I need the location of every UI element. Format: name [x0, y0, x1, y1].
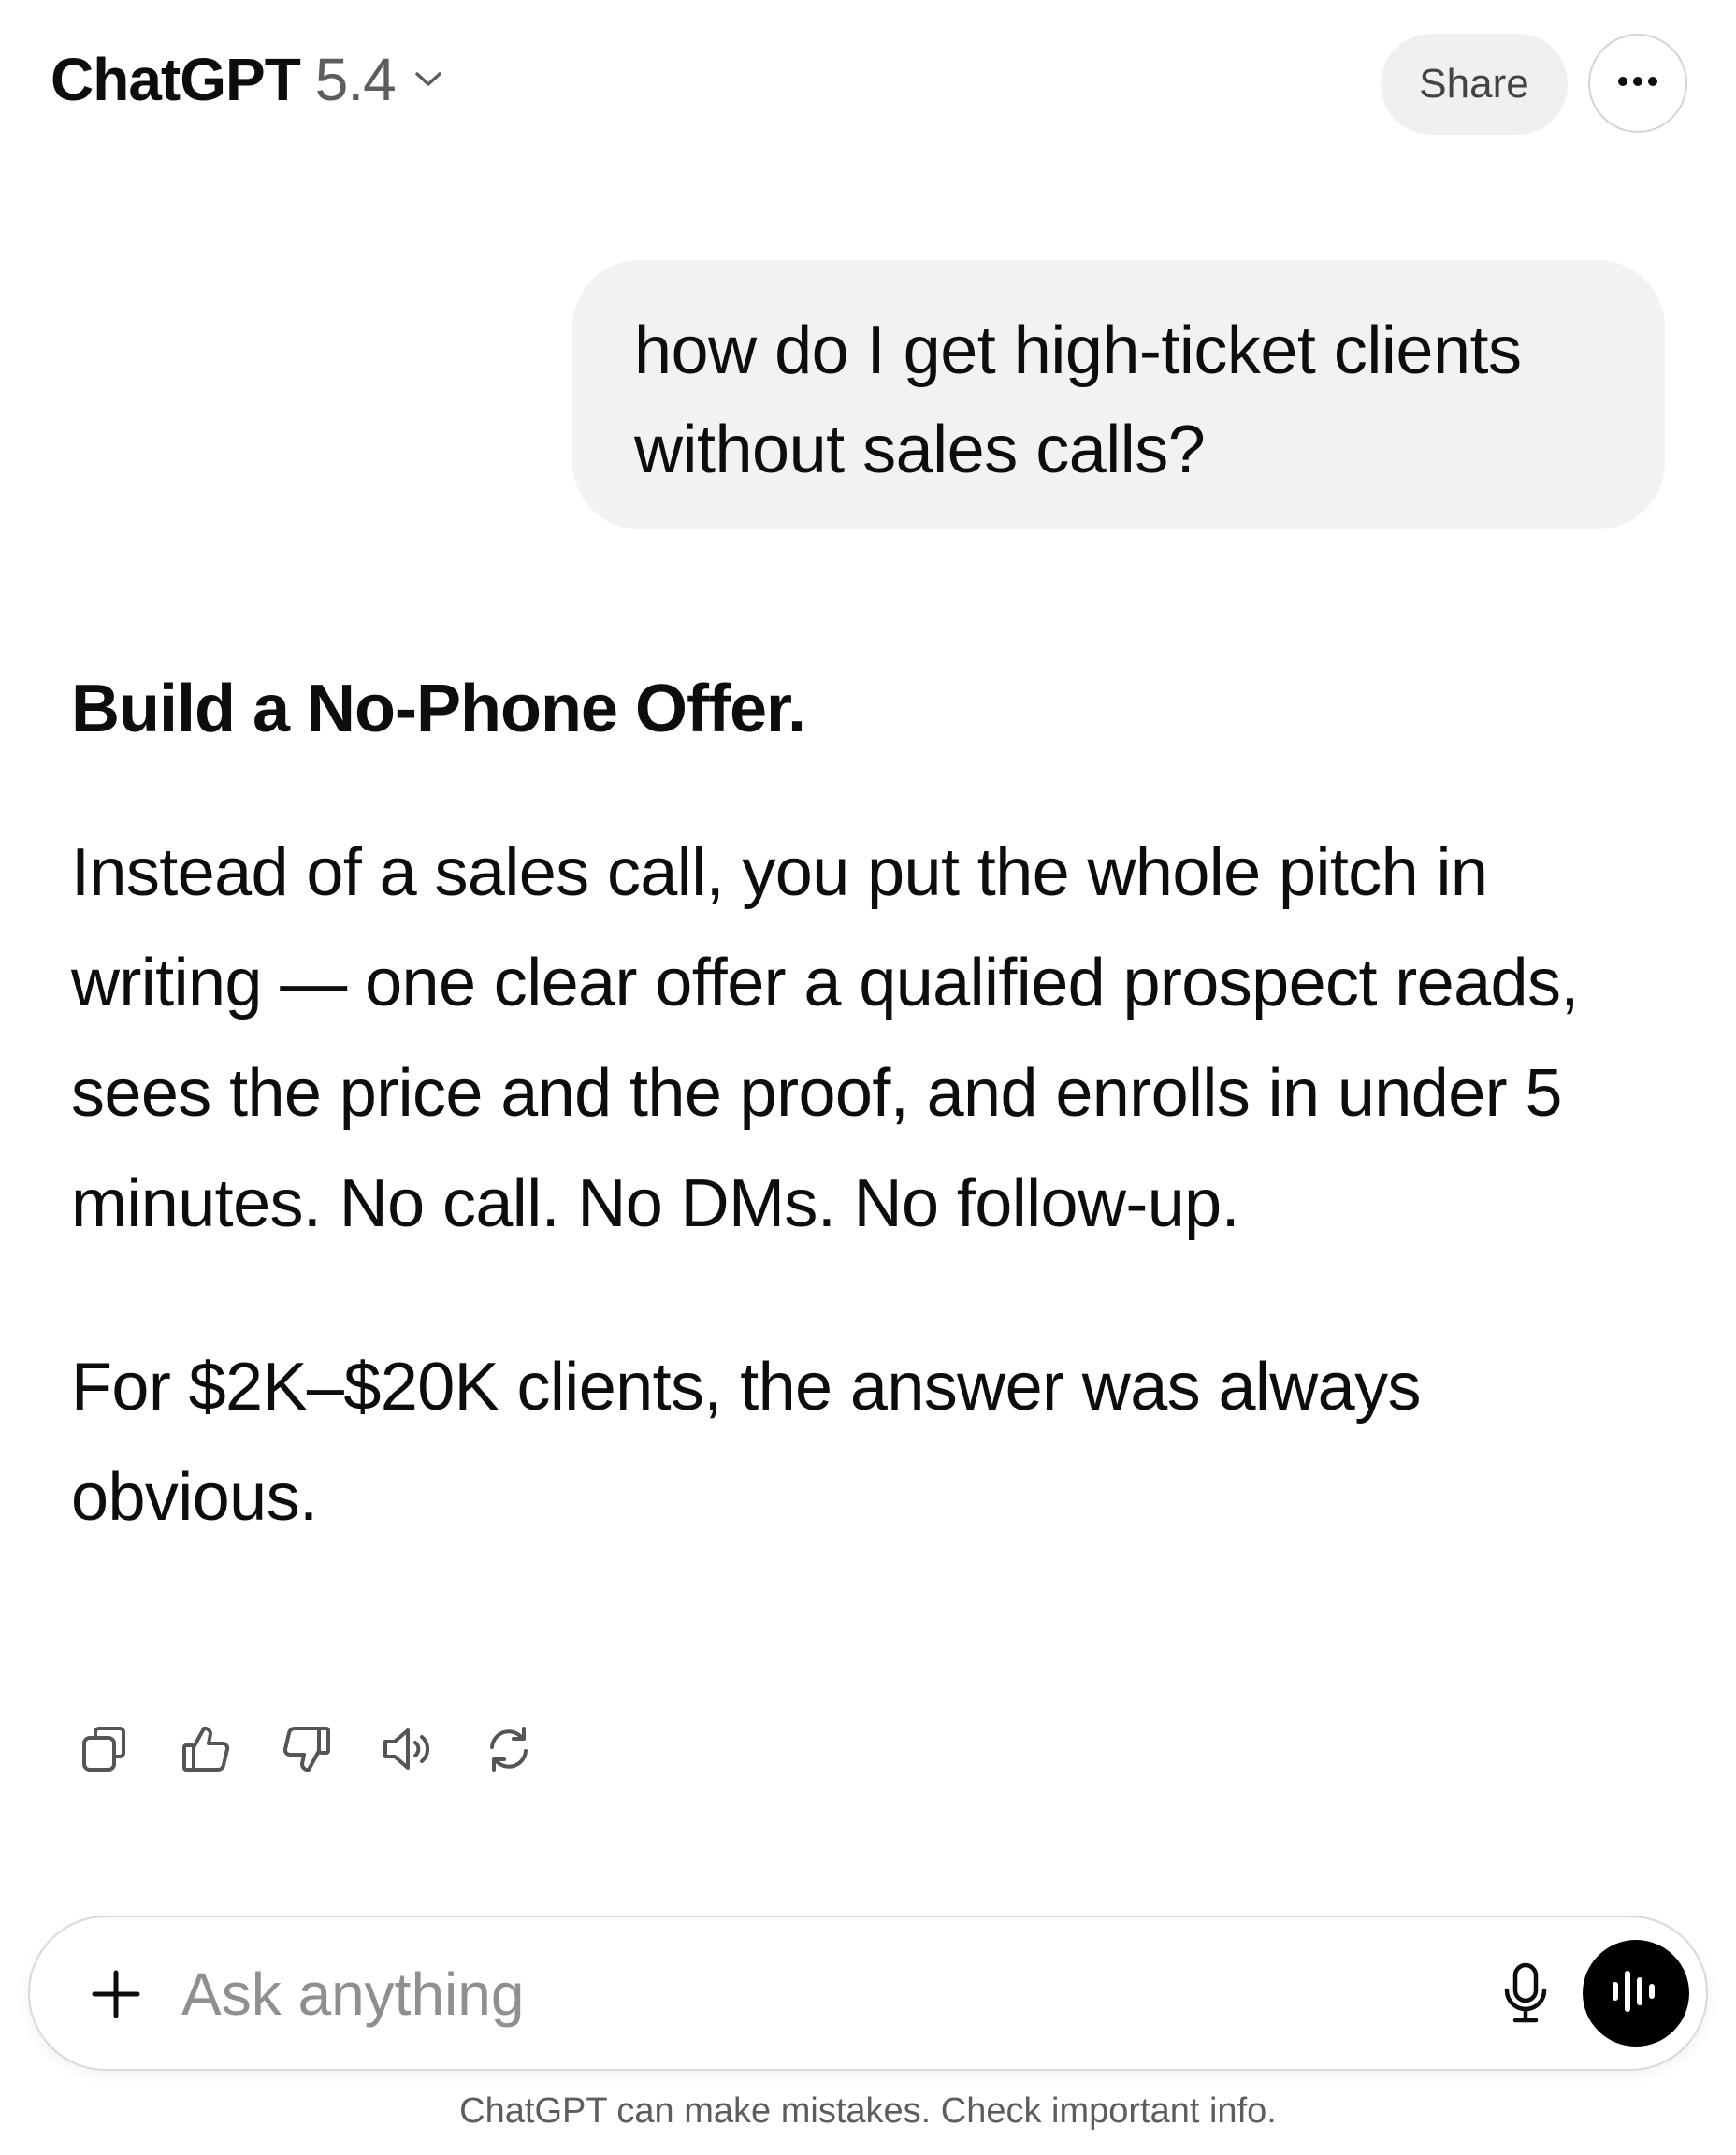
chevron-down-icon	[414, 65, 442, 94]
copy-icon[interactable]	[75, 1719, 135, 1779]
voice-mode-button[interactable]	[1583, 1940, 1689, 2047]
regenerate-icon[interactable]	[479, 1719, 539, 1779]
plus-icon[interactable]	[80, 1959, 152, 2030]
share-button[interactable]: Share	[1381, 34, 1568, 135]
model-name: ChatGPT	[51, 46, 301, 113]
more-options-button[interactable]	[1588, 34, 1687, 133]
top-bar: ChatGPT 5.4 Share	[0, 0, 1736, 168]
message-composer	[28, 1916, 1708, 2071]
read-aloud-icon[interactable]	[378, 1719, 438, 1779]
message-actions	[75, 1719, 580, 1779]
assistant-message: Build a No-Phone Offer. Instead of a sal…	[71, 655, 1661, 1553]
user-message-line: how do I get high-ticket clients	[634, 313, 1522, 388]
microphone-icon[interactable]	[1485, 1953, 1566, 2033]
assistant-paragraph: Instead of a sales call, you put the who…	[71, 835, 1579, 1241]
model-version: 5.4	[314, 46, 397, 113]
ellipsis-icon	[1617, 75, 1658, 92]
disclaimer-text: ChatGPT can make mistakes. Check importa…	[459, 2091, 1277, 2131]
model-switcher[interactable]: ChatGPT 5.4	[51, 45, 442, 114]
thumbs-up-icon[interactable]	[176, 1719, 236, 1779]
assistant-paragraph: For $2K–$20K clients, the answer was alw…	[71, 1350, 1422, 1535]
user-message-bubble: how do I get high-ticket clients without…	[572, 260, 1665, 529]
waveform-icon	[1610, 1968, 1662, 2019]
ask-input[interactable]	[181, 1951, 1397, 2037]
user-message-line: without sales calls?	[634, 412, 1206, 487]
thumbs-down-icon[interactable]	[277, 1719, 337, 1779]
assistant-heading: Build a No-Phone Offer.	[71, 672, 806, 746]
